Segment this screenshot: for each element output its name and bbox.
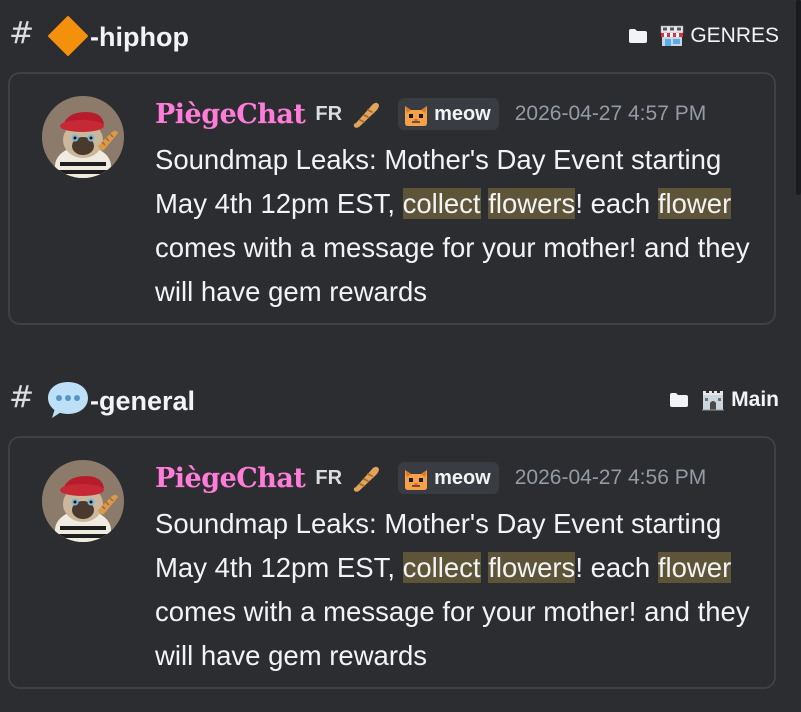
message-text: comes with a message for your mother! an… [155,232,750,307]
message-text: comes with a message for your mother! an… [155,596,750,671]
role-name: meow [434,466,491,489]
avatar[interactable] [42,460,124,542]
username[interactable]: PiègeChat [155,463,306,494]
message-timestamp: 2026-04-27 4:57 PM [514,102,707,125]
message-header: PiègeChat FR meow [155,98,706,130]
channel-hash: # [9,380,35,415]
search-highlight: collect [402,188,481,219]
category-label: Main [731,388,779,411]
search-result-group: # -general Main PiègeChat FR meow 2026-0… [0,368,801,689]
message-card[interactable]: PiègeChat FR meow [8,72,776,325]
message-text: ! each [575,552,658,583]
message-card[interactable]: PiègeChat FR meow [8,436,776,689]
shop-icon [661,25,684,46]
role-badge[interactable]: meow [398,98,499,130]
message-header: PiègeChat FR meow [155,462,706,494]
search-highlight: flower [657,188,732,219]
username[interactable]: PiègeChat [155,99,306,130]
channel-name: -hiphop [90,22,189,52]
folder-icon [670,393,689,407]
channel-category: GENRES [628,24,779,48]
baguette-icon [353,102,380,128]
orange-diamond-icon [48,16,88,56]
server-tag[interactable]: FR [315,467,342,490]
search-highlight: flowers [488,188,576,219]
channel-header[interactable]: # -general Main [0,368,801,428]
speech-balloon-icon [48,382,88,418]
castle-icon [702,391,725,411]
search-highlight: collect [402,552,481,583]
search-results-panel: # -hiphop GENRES PiègeChat FR meow 2026-… [0,0,801,712]
avatar[interactable] [42,96,124,178]
channel-hash: # [9,16,35,51]
search-highlight: flower [657,552,732,583]
cat-face-icon [405,106,428,126]
message-content: Soundmap Leaks: Mother's Day Event start… [155,502,765,678]
cat-face-icon [405,470,428,490]
search-result-group: # -hiphop GENRES PiègeChat FR meow 2026-… [0,4,801,325]
message-timestamp: 2026-04-27 4:56 PM [514,466,707,489]
channel-name: -general [90,386,196,416]
folder-icon [629,29,648,43]
role-badge[interactable]: meow [398,462,499,494]
search-highlight: flowers [488,552,576,583]
cat-avatar-image [42,460,124,542]
message-content: Soundmap Leaks: Mother's Day Event start… [155,138,765,314]
role-name: meow [434,102,491,125]
channel-category: Main [669,388,779,412]
server-tag[interactable]: FR [315,103,342,126]
category-label: GENRES [690,24,779,47]
message-text: ! each [575,188,658,219]
channel-header[interactable]: # -hiphop GENRES [0,4,801,64]
baguette-icon [353,466,380,492]
cat-avatar-image [42,96,124,178]
